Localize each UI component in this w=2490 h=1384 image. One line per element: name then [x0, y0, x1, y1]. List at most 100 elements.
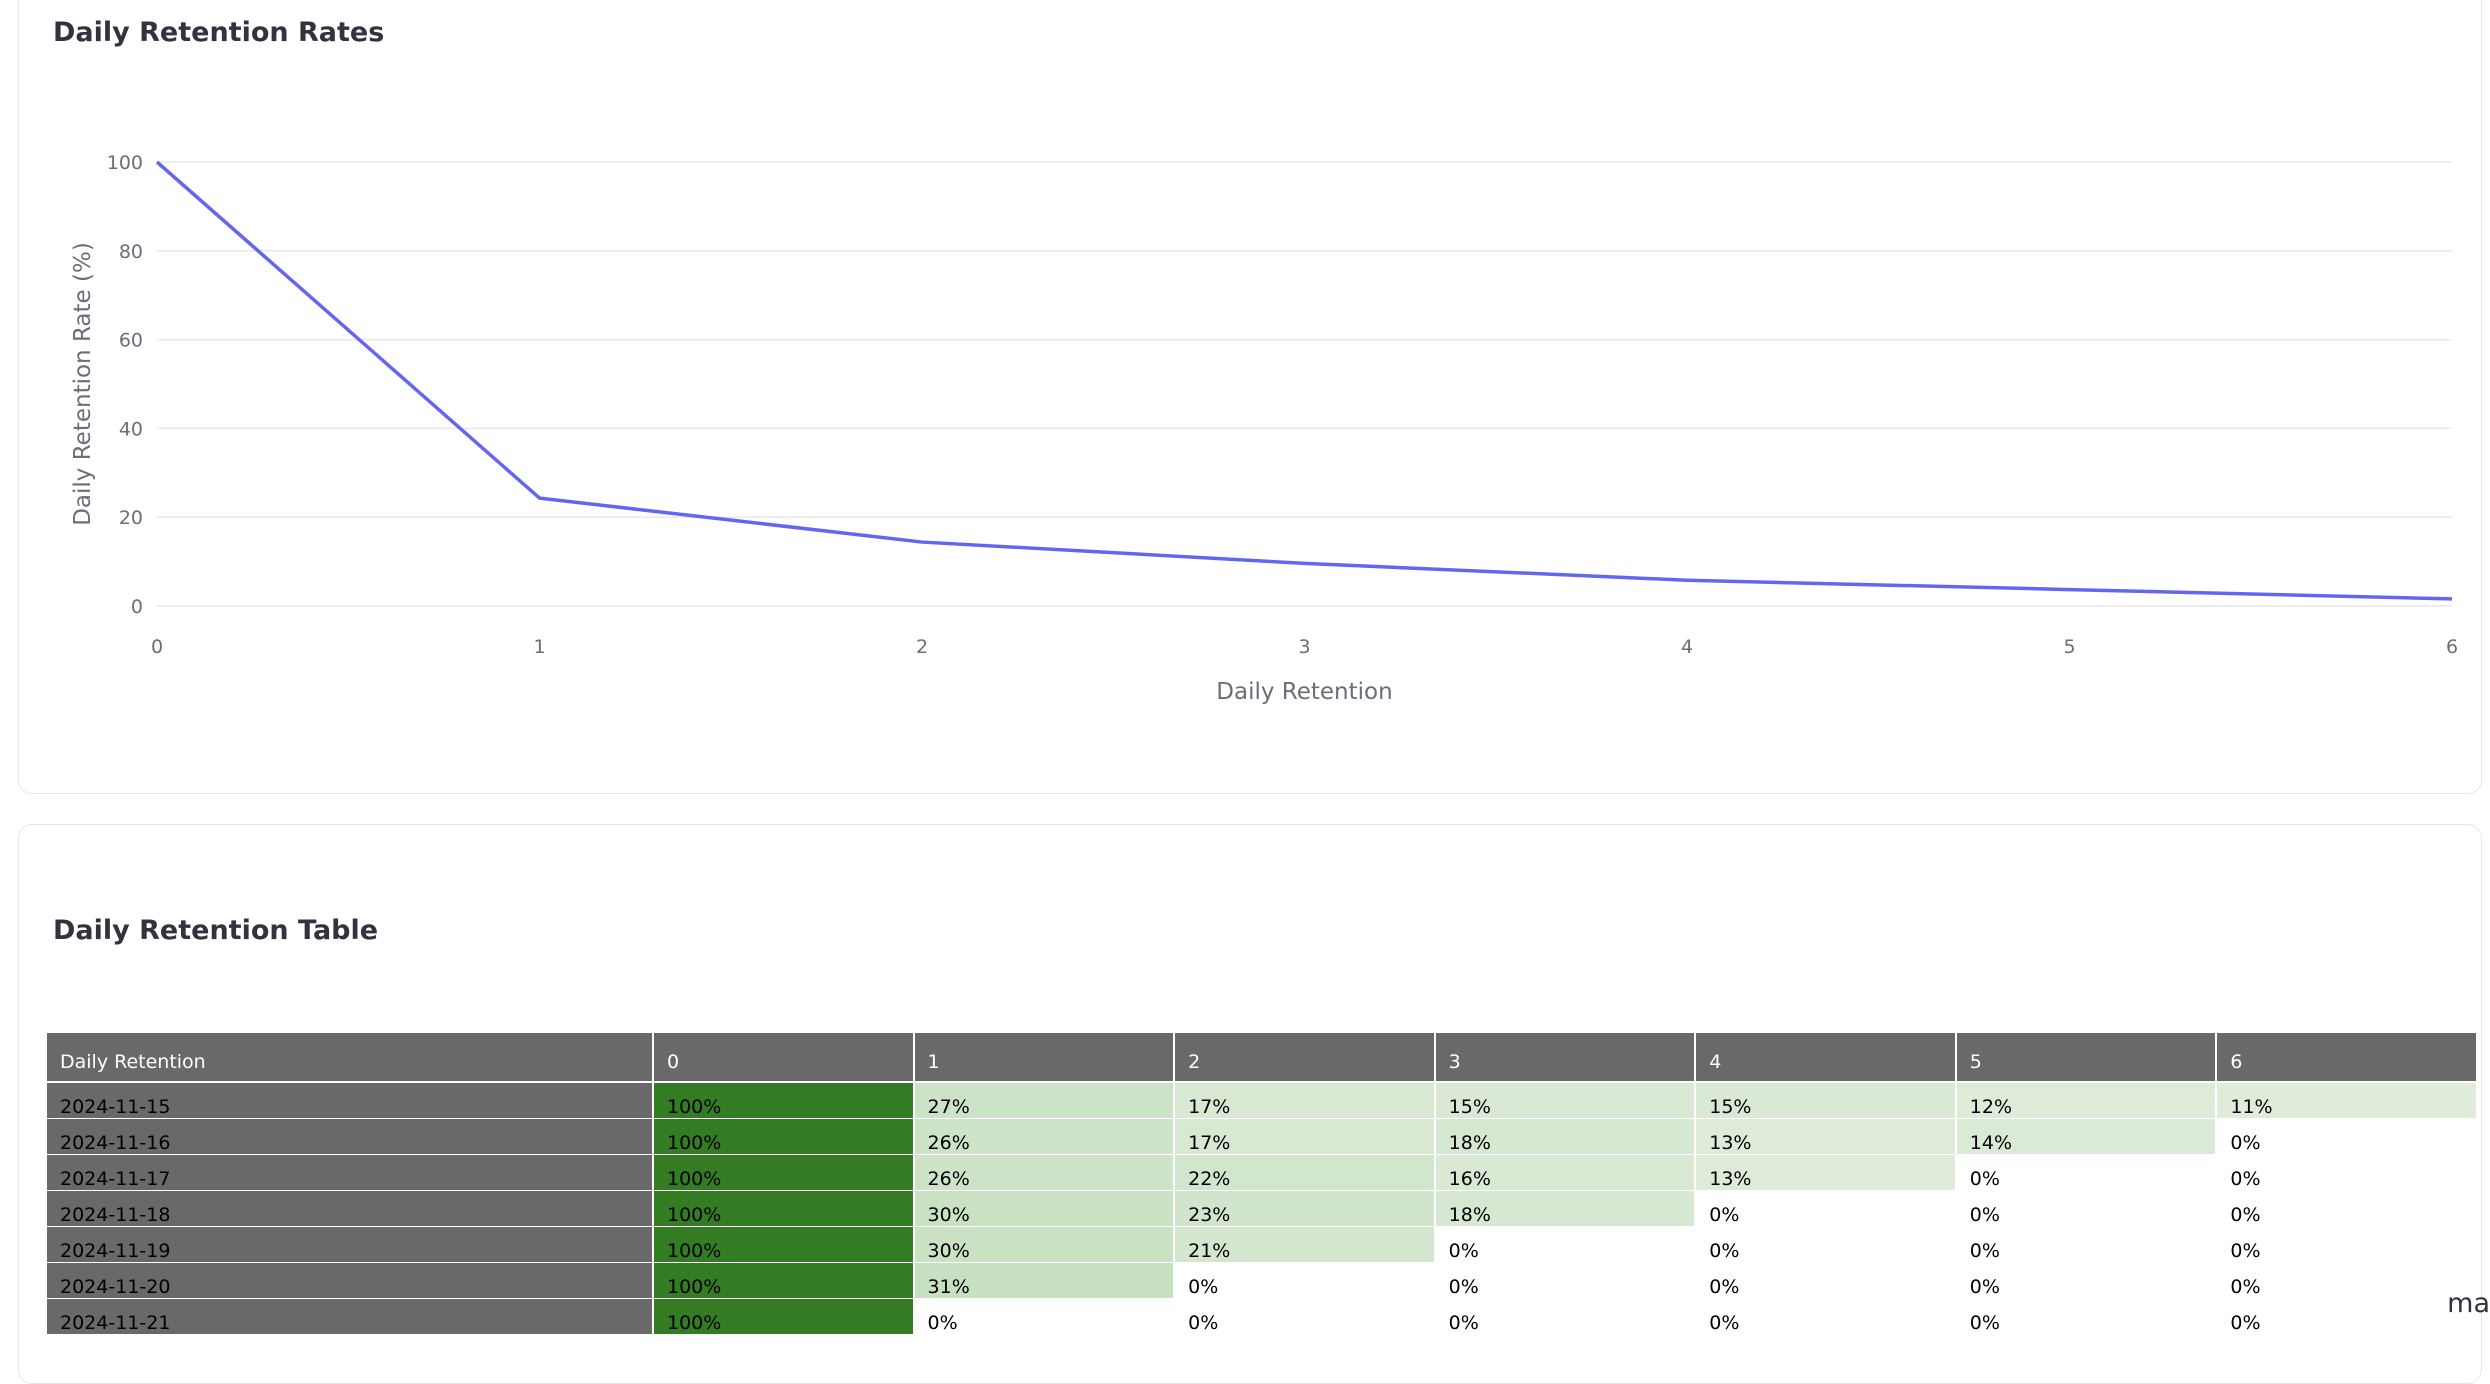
retention-cell: 0%: [1696, 1263, 1957, 1299]
table-header-row: Daily Retention 0 1 2 3 4 5 6: [47, 1033, 2478, 1083]
truncated-side-text: ma: [2447, 1288, 2490, 1319]
data-point: [2443, 590, 2461, 608]
retention-cell: 0%: [1956, 1299, 2218, 1335]
table-row: 2024-11-18 100% 30% 23% 18% 0% 0% 0%: [47, 1191, 2478, 1227]
retention-cell: 12%: [1956, 1083, 2218, 1119]
x-tick-label: 1: [533, 636, 545, 658]
row-date-label: 2024-11-21: [47, 1299, 654, 1335]
x-tick-label: 4: [1681, 636, 1693, 658]
data-point: [913, 533, 931, 551]
y-tick-label: 0: [131, 596, 143, 618]
retention-cell: 0%: [1956, 1263, 2218, 1299]
retention-cell: 30%: [914, 1227, 1176, 1263]
y-tick-label: 80: [119, 241, 143, 263]
retention-cell: 0%: [1956, 1227, 2218, 1263]
retention-cell: 14%: [1956, 1119, 2218, 1155]
column-header-day: 1: [914, 1033, 1176, 1083]
x-tick-label: 3: [1298, 636, 1310, 658]
retention-cell: 0%: [2217, 1119, 2478, 1155]
retention-cell: 30%: [914, 1191, 1176, 1227]
table-card: Daily Retention Table Daily Retention 0 1 2…: [18, 824, 2482, 1384]
retention-cell: 23%: [1175, 1191, 1436, 1227]
retention-cell: 0%: [2217, 1299, 2478, 1335]
x-axis-title: Daily Retention: [1216, 679, 1392, 705]
retention-cell: 17%: [1175, 1083, 1436, 1119]
retention-cell: 0%: [1696, 1191, 1957, 1227]
data-point: [1296, 554, 1314, 572]
x-tick-label: 6: [2446, 636, 2458, 658]
retention-table: Daily Retention 0 1 2 3 4 5 6 2024-11-15 100% 27%…: [47, 1033, 2478, 1335]
y-tick-label: 60: [119, 330, 143, 352]
retention-cell: 0%: [1435, 1263, 1697, 1299]
data-point: [1678, 571, 1696, 589]
retention-cell: 0%: [1435, 1299, 1697, 1335]
retention-cell: 0%: [2217, 1191, 2478, 1227]
x-tick-label: 2: [916, 636, 928, 658]
retention-cell: 21%: [1175, 1227, 1436, 1263]
row-date-label: 2024-11-19: [47, 1227, 654, 1263]
y-axis-title: Daily Retention Rate (%): [70, 242, 96, 526]
retention-cell: 100%: [653, 1119, 915, 1155]
y-tick-label: 40: [119, 418, 143, 440]
column-header-day: 2: [1175, 1033, 1436, 1083]
column-header-day: 4: [1696, 1033, 1957, 1083]
retention-cell: 100%: [653, 1263, 915, 1299]
retention-cell: 0%: [1175, 1263, 1436, 1299]
retention-cell: 16%: [1435, 1155, 1697, 1191]
row-date-label: 2024-11-20: [47, 1263, 654, 1299]
retention-cell: 100%: [653, 1299, 915, 1335]
retention-series-line: [155, 160, 2453, 601]
chart-card: Daily Retention Rates 0 20 40 60 80 100 0 1 2 3 4 5…: [18, 0, 2482, 794]
retention-cell: 100%: [653, 1227, 915, 1263]
column-header-day: 3: [1435, 1033, 1697, 1083]
retention-cell: 100%: [653, 1155, 915, 1191]
retention-cell: 11%: [2217, 1083, 2478, 1119]
column-header-day: 6: [2217, 1033, 2478, 1083]
retention-line-chart[interactable]: 0 20 40 60 80 100 0 1 2 3 4 5 6 Daily Retention Daily …: [19, 0, 2483, 795]
data-point: [531, 489, 549, 507]
y-tick-label: 100: [107, 152, 143, 174]
retention-cell: 0%: [2217, 1155, 2478, 1191]
retention-cell: 0%: [1956, 1191, 2218, 1227]
table-row: 2024-11-21 100% 0% 0% 0% 0% 0% 0%: [47, 1299, 2478, 1335]
retention-cell: 0%: [1175, 1299, 1436, 1335]
table-row: 2024-11-20 100% 31% 0% 0% 0% 0% 0%: [47, 1263, 2478, 1299]
retention-cell: 0%: [1696, 1227, 1957, 1263]
retention-cell: 0%: [1956, 1155, 2218, 1191]
table-row: 2024-11-15 100% 27% 17% 15% 15% 12% 11%: [47, 1083, 2478, 1119]
retention-cell: 15%: [1696, 1083, 1957, 1119]
retention-cell: 0%: [2217, 1263, 2478, 1299]
column-header-day: 5: [1956, 1033, 2218, 1083]
table-row: 2024-11-19 100% 30% 21% 0% 0% 0% 0%: [47, 1227, 2478, 1263]
table-row: 2024-11-17 100% 26% 22% 16% 13% 0% 0%: [47, 1155, 2478, 1191]
retention-cell: 0%: [1435, 1227, 1697, 1263]
column-header-label: Daily Retention: [47, 1033, 654, 1083]
retention-cell: 18%: [1435, 1119, 1697, 1155]
retention-cell: 100%: [653, 1083, 915, 1119]
y-tick-label: 20: [119, 507, 143, 529]
column-header-day: 0: [653, 1033, 915, 1083]
retention-cell: 18%: [1435, 1191, 1697, 1227]
retention-cell: 26%: [914, 1155, 1176, 1191]
table-row: 2024-11-16 100% 26% 17% 18% 13% 14% 0%: [47, 1119, 2478, 1155]
retention-cell: 13%: [1696, 1155, 1957, 1191]
x-tick-label: 5: [2063, 636, 2075, 658]
row-date-label: 2024-11-17: [47, 1155, 654, 1191]
retention-cell: 26%: [914, 1119, 1176, 1155]
retention-cell: 22%: [1175, 1155, 1436, 1191]
data-point: [148, 153, 166, 171]
data-point: [2061, 581, 2079, 599]
retention-cell: 0%: [914, 1299, 1176, 1335]
retention-cell: 13%: [1696, 1119, 1957, 1155]
table-body: 2024-11-15 100% 27% 17% 15% 15% 12% 11% 2024-11-…: [47, 1083, 2478, 1335]
retention-cell: 0%: [2217, 1227, 2478, 1263]
retention-cell: 31%: [914, 1263, 1176, 1299]
row-date-label: 2024-11-18: [47, 1191, 654, 1227]
table-title: Daily Retention Table: [53, 915, 379, 946]
retention-cell: 100%: [653, 1191, 915, 1227]
retention-cell: 15%: [1435, 1083, 1697, 1119]
retention-cell: 17%: [1175, 1119, 1436, 1155]
retention-cell: 27%: [914, 1083, 1176, 1119]
row-date-label: 2024-11-16: [47, 1119, 654, 1155]
retention-cell: 0%: [1696, 1299, 1957, 1335]
